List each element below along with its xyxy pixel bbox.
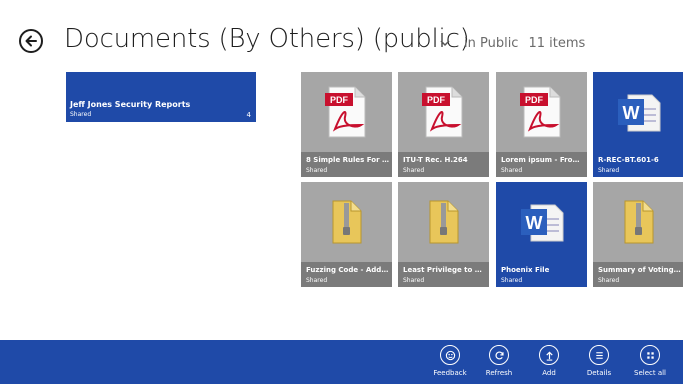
select-all-grid-icon — [646, 351, 654, 359]
file-tile[interactable]: Fuzzing Code - Addin... Shared — [301, 182, 392, 287]
pdf-icon: PDF — [496, 72, 587, 152]
file-tile[interactable]: W Phoenix File Shared — [496, 182, 587, 287]
file-name: Lorem ipsum - From ... — [501, 156, 584, 164]
group-count: 4 — [246, 111, 251, 119]
file-tile[interactable]: PDF ITU-T Rec. H.264 Shared — [398, 72, 489, 177]
details-list-icon — [595, 351, 603, 359]
add-upload-icon — [545, 350, 553, 361]
app-bar: Feedback Refresh Add Details Select all — [0, 340, 683, 384]
select-all-button[interactable]: Select all — [628, 345, 672, 377]
page-title: Documents (By Others) (public) — [64, 24, 470, 54]
group-sub: Shared — [70, 111, 92, 118]
file-name: R-REC-BT.601-6 — [598, 156, 659, 164]
file-name: 8 Simple Rules For De... — [306, 156, 389, 164]
location-info: in Public 11 items — [464, 36, 585, 51]
word-icon: W — [496, 182, 587, 262]
file-tile[interactable]: W R-REC-BT.601-6 Shared — [593, 72, 683, 177]
back-button[interactable] — [19, 29, 43, 53]
zip-folder-icon — [593, 182, 683, 262]
pdf-icon: PDF — [398, 72, 489, 152]
svg-text:PDF: PDF — [525, 95, 544, 105]
file-sub: Shared — [598, 277, 620, 284]
file-name: Summary of Voting o... — [598, 266, 681, 274]
zip-folder-icon — [301, 182, 392, 262]
feedback-icon — [445, 350, 455, 360]
refresh-icon — [494, 350, 504, 359]
file-name: Fuzzing Code - Addin... — [306, 266, 389, 274]
file-sub: Shared — [403, 277, 425, 284]
svg-text:PDF: PDF — [427, 95, 446, 105]
add-label: Add — [542, 369, 556, 377]
location-label: in Public — [464, 36, 519, 51]
file-sub: Shared — [501, 277, 523, 284]
refresh-button[interactable]: Refresh — [477, 345, 521, 377]
item-count: 11 items — [528, 36, 586, 51]
file-tile[interactable]: PDF 8 Simple Rules For De... Shared — [301, 72, 392, 177]
file-sub: Shared — [598, 167, 620, 174]
feedback-button[interactable]: Feedback — [428, 345, 472, 377]
svg-text:W: W — [622, 103, 639, 123]
details-button[interactable]: Details — [577, 345, 621, 377]
svg-text:PDF: PDF — [330, 95, 349, 105]
file-sub: Shared — [306, 167, 328, 174]
file-name: ITU-T Rec. H.264 — [403, 156, 468, 164]
pdf-icon: PDF — [301, 72, 392, 152]
file-name: Least Privilege to Use... — [403, 266, 486, 274]
file-sub: Shared — [403, 167, 425, 174]
group-tile[interactable]: Jeff Jones Security Reports Shared 4 — [66, 72, 256, 122]
zip-folder-icon — [398, 182, 489, 262]
select-all-label: Select all — [634, 369, 666, 377]
file-name: Phoenix File — [501, 266, 550, 274]
word-icon: W — [593, 72, 683, 152]
details-label: Details — [586, 369, 612, 377]
group-name: Jeff Jones Security Reports — [70, 100, 191, 109]
file-tile[interactable]: Summary of Voting o... Shared — [593, 182, 683, 287]
file-sub: Shared — [306, 277, 328, 284]
feedback-label: Feedback — [433, 369, 467, 377]
add-button[interactable]: Add — [527, 345, 571, 377]
file-sub: Shared — [501, 167, 523, 174]
svg-text:W: W — [525, 213, 542, 233]
refresh-label: Refresh — [485, 369, 513, 377]
file-tile[interactable]: PDF Lorem ipsum - From ... Shared — [496, 72, 587, 177]
back-arrow-icon — [25, 35, 37, 47]
file-tile[interactable]: Least Privilege to Use... Shared — [398, 182, 489, 287]
chevron-down-icon[interactable] — [440, 39, 450, 47]
